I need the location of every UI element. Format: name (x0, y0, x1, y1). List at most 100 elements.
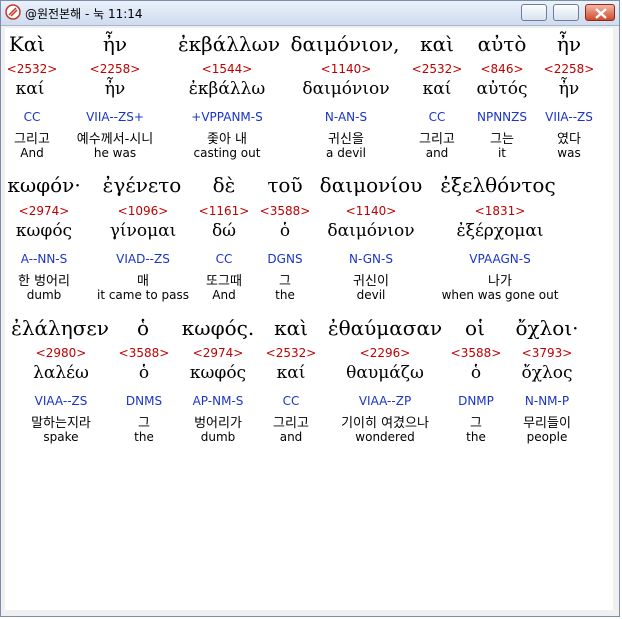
english-gloss: casting out (193, 146, 261, 160)
close-button[interactable] (585, 4, 615, 21)
korean-gloss: 나가 (488, 274, 512, 289)
korean-gloss: 그리고 (419, 132, 455, 147)
korean-gloss: 무리들이 (523, 416, 571, 431)
greek-word[interactable]: δαιμονίου (320, 173, 423, 197)
greek-word[interactable]: ἦν (557, 32, 581, 56)
strongs-number[interactable]: <2532> (7, 62, 58, 76)
english-gloss: the (466, 430, 486, 444)
lemma: θαυμάζω (346, 363, 424, 383)
lemma: καί (422, 79, 452, 99)
maximize-button[interactable] (553, 4, 579, 21)
parsing-code: NPNNZS (476, 110, 528, 124)
strongs-number[interactable]: <2296> (360, 346, 411, 360)
lemma: δαιμόνιον (302, 79, 390, 99)
english-gloss: and (279, 430, 303, 444)
parsing-code: CC (215, 252, 233, 266)
english-gloss: when was gone out (441, 288, 559, 302)
parsing-code: VIIA--ZS (545, 110, 593, 124)
strongs-number[interactable]: <2974> (19, 204, 70, 218)
strongs-number[interactable]: <1140> (321, 62, 372, 76)
english-gloss: was (557, 146, 581, 160)
korean-gloss: 였다 (557, 132, 581, 147)
parsing-code: A--NN-S (20, 252, 68, 266)
greek-word[interactable]: τοῦ (267, 173, 302, 197)
close-icon (595, 8, 607, 19)
lemma: δαιμόνιον (327, 221, 415, 241)
strongs-number[interactable]: <2532> (266, 346, 317, 360)
greek-word[interactable]: ἐλάλησεν (11, 316, 109, 340)
strongs-number[interactable]: <2974> (193, 346, 244, 360)
lemma: κωφός (189, 363, 247, 383)
greek-word[interactable]: καὶ (274, 316, 308, 340)
english-gloss: dumb (200, 430, 236, 444)
strongs-number[interactable]: <2258> (544, 62, 595, 76)
korean-gloss: 그리고 (273, 416, 309, 431)
english-gloss: dumb (26, 288, 62, 302)
english-gloss: and (425, 146, 449, 160)
interlinear-panel[interactable]: Καὶ <2532> καί CC 그리고 And ἦν <2258> ἦν V… (5, 28, 613, 610)
strongs-number[interactable]: <2532> (412, 62, 463, 76)
greek-word[interactable]: ἐκβάλλων (178, 32, 280, 56)
english-gloss: he was (93, 146, 137, 160)
strongs-number[interactable]: <1831> (475, 204, 526, 218)
strongs-number[interactable]: <3588> (451, 346, 502, 360)
greek-word[interactable]: δὲ (213, 173, 236, 197)
greek-word[interactable]: ἐθαύμασαν (328, 316, 442, 340)
korean-gloss: 그리고 (14, 132, 50, 147)
korean-gloss: 그는 (490, 132, 514, 147)
lemma: ὄχλος (521, 363, 573, 383)
parsing-code: N-GN-S (349, 252, 393, 266)
lemma: ὁ (470, 363, 482, 383)
greek-word[interactable]: Καὶ (9, 32, 45, 56)
lemma: κωφός (15, 221, 73, 241)
korean-gloss: 귀신이 (353, 274, 389, 289)
app-icon[interactable] (5, 4, 21, 20)
minimize-button[interactable] (521, 4, 547, 21)
lemma: ἦν (104, 79, 126, 99)
greek-word[interactable]: οἱ (465, 316, 485, 340)
strongs-number[interactable]: <1544> (202, 62, 253, 76)
english-gloss: people (526, 430, 568, 444)
english-gloss: the (134, 430, 154, 444)
korean-gloss: 그 (138, 416, 150, 431)
lemma: καί (276, 363, 306, 383)
greek-word[interactable]: κωφός. (182, 316, 254, 340)
title-bar[interactable]: @원전본해 - 눅 11:14 (1, 1, 619, 26)
strongs-number[interactable]: <2980> (36, 346, 87, 360)
strongs-number[interactable]: <2258> (90, 62, 141, 76)
parsing-code: VIAD--ZS (116, 252, 170, 266)
parsing-code: DNMP (458, 394, 494, 408)
strongs-number[interactable]: <1140> (346, 204, 397, 218)
lemma: καί (15, 79, 45, 99)
greek-word[interactable]: δαιμόνιον, (291, 32, 400, 56)
korean-gloss: 벙어리가 (194, 416, 242, 431)
korean-gloss: 예수께서-시니 (76, 132, 154, 147)
greek-word[interactable]: καὶ (420, 32, 454, 56)
greek-word[interactable]: ἦν (103, 32, 127, 56)
parsing-code: VPAAGN-S (469, 252, 531, 266)
lemma: αὐτός (476, 79, 528, 99)
parsing-code: N-AN-S (324, 110, 368, 124)
english-gloss: it came to pass (96, 288, 190, 302)
strongs-number[interactable]: <1096> (118, 204, 169, 218)
korean-gloss: 귀신을 (328, 132, 364, 147)
greek-word[interactable]: αὐτὸ (478, 32, 527, 56)
korean-gloss: 그 (470, 416, 482, 431)
parsing-code: CC (428, 110, 446, 124)
strongs-number[interactable]: <1161> (199, 204, 250, 218)
parsing-code: CC (282, 394, 300, 408)
lemma: ἐξέρχομαι (456, 221, 544, 241)
greek-word[interactable]: ἐξελθόντος (440, 173, 555, 197)
strongs-number[interactable]: <3588> (260, 204, 311, 218)
greek-word[interactable]: ἐγένετο (103, 173, 182, 197)
greek-word[interactable]: ὁ (137, 316, 149, 340)
app-window: @원전본해 - 눅 11:14 Καὶ <2532> καί CC 그리고 An… (0, 0, 620, 617)
strongs-number[interactable]: <3793> (522, 346, 573, 360)
strongs-number[interactable]: <846> (480, 62, 523, 76)
greek-word[interactable]: ὄχλοι· (515, 316, 578, 340)
greek-word[interactable]: κωφόν· (7, 173, 80, 197)
lemma: γίνομαι (109, 221, 177, 241)
parsing-code: +VPPANM-S (191, 110, 263, 124)
english-gloss: the (275, 288, 295, 302)
strongs-number[interactable]: <3588> (119, 346, 170, 360)
